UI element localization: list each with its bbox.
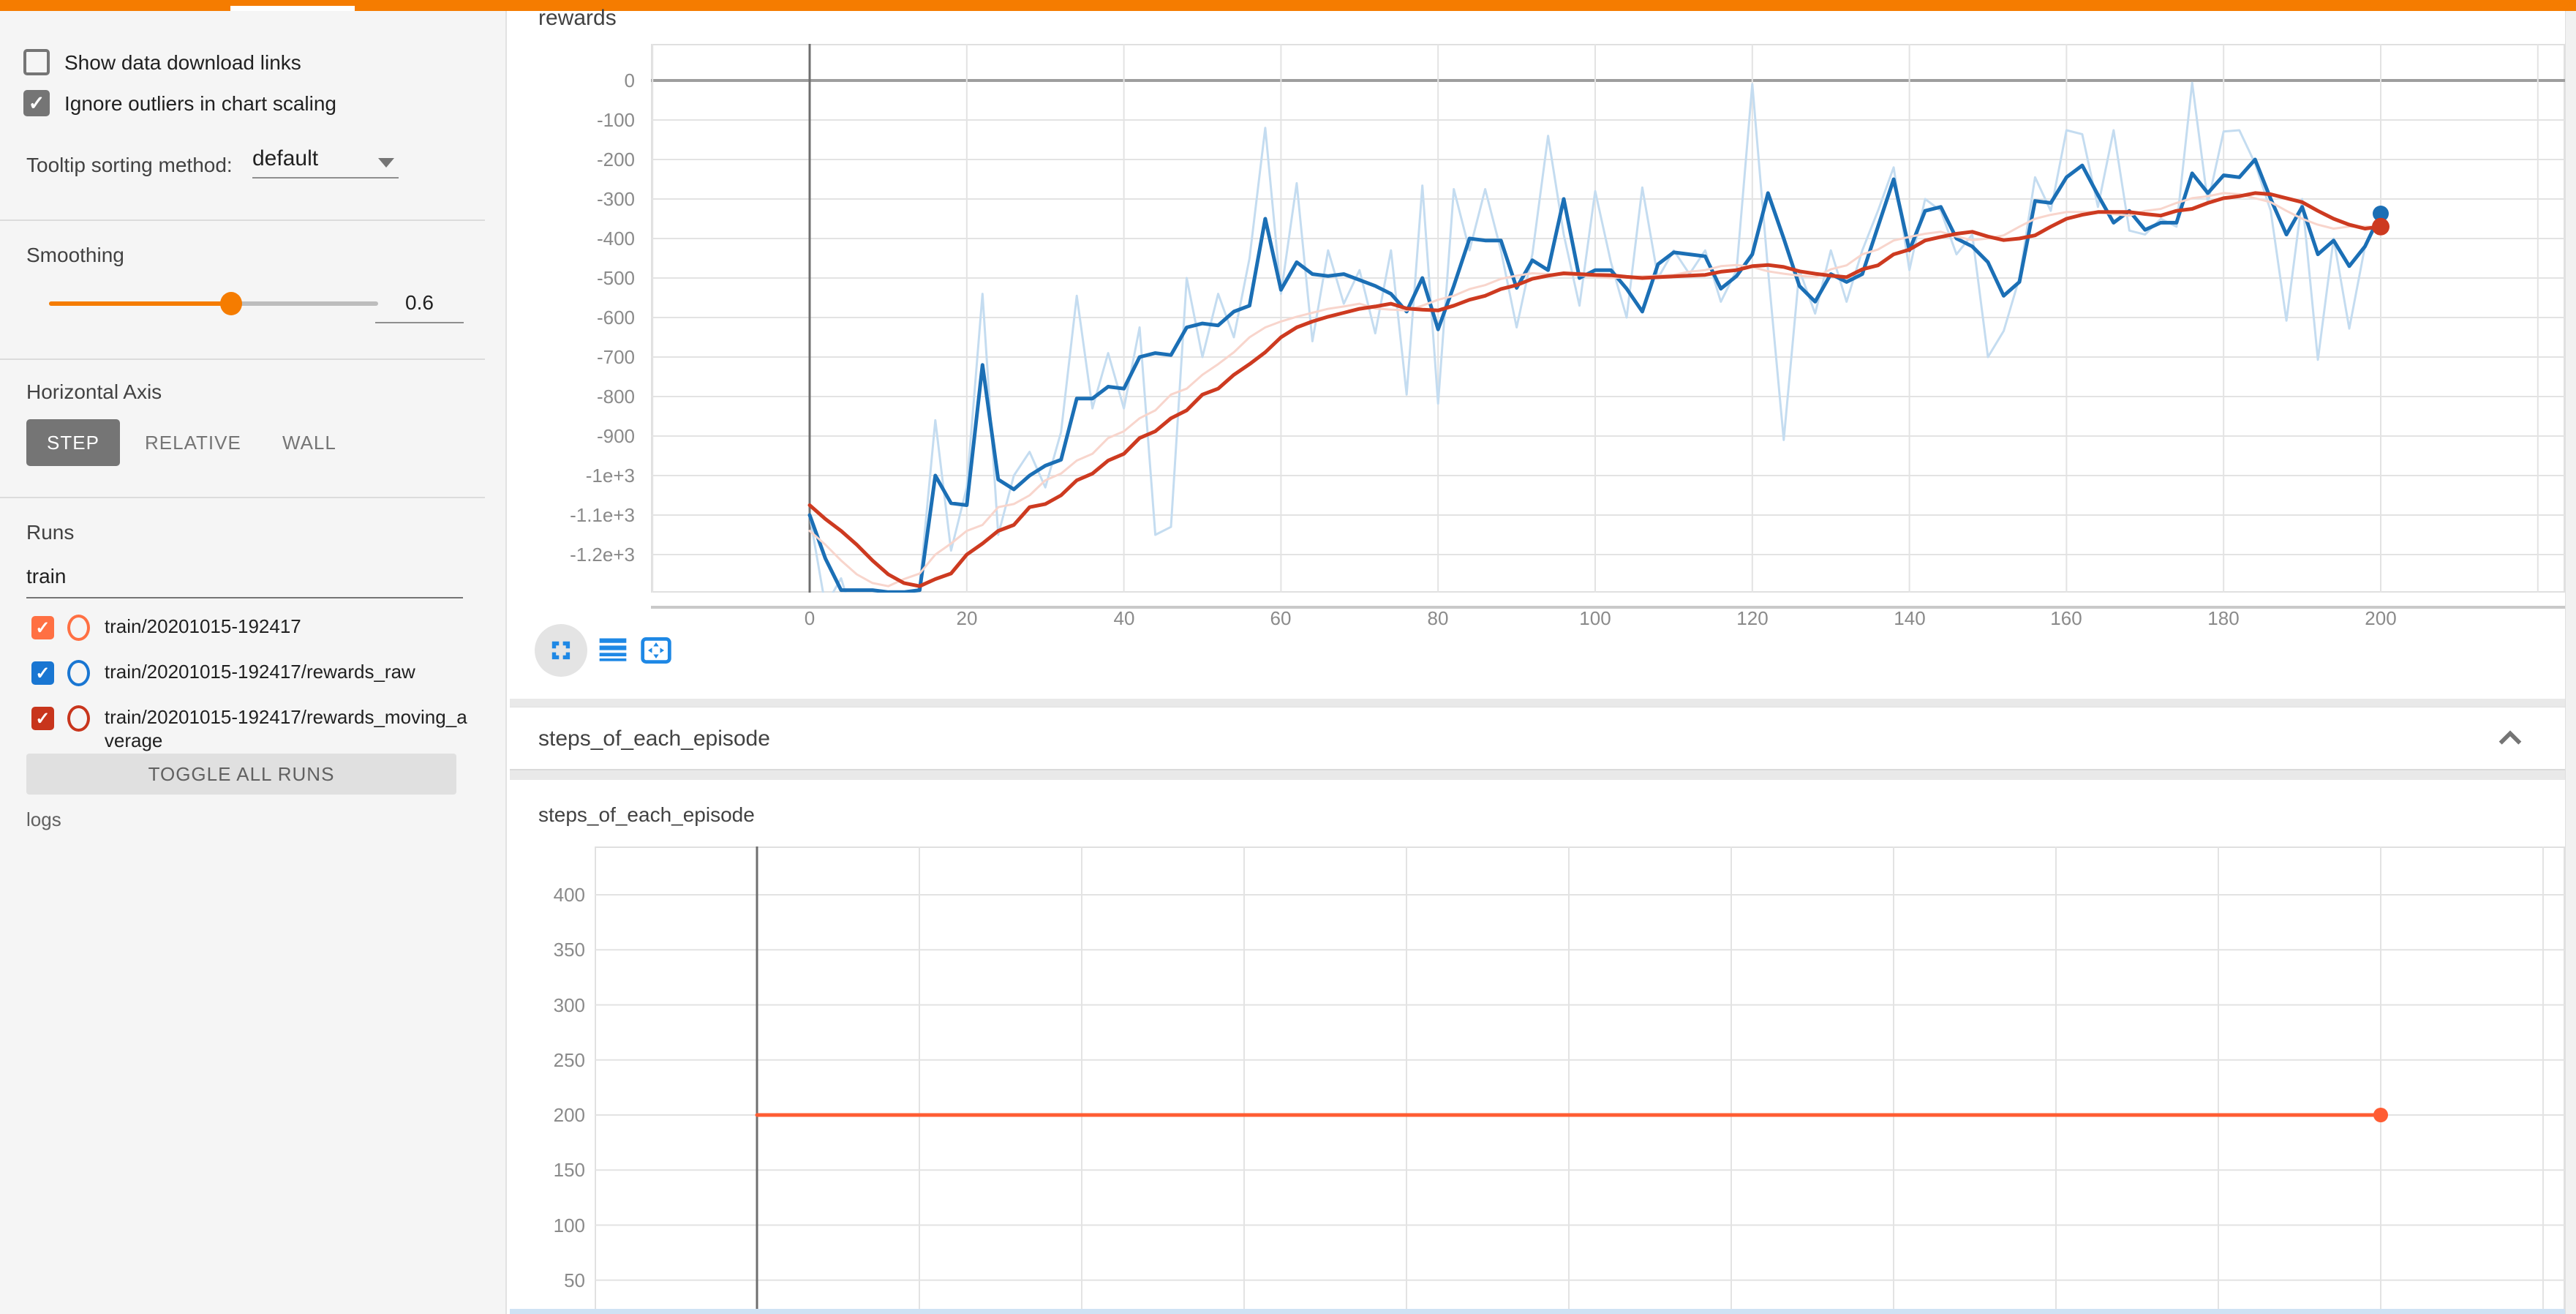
y-tick-label: 50 [453, 1269, 585, 1291]
divider [0, 358, 485, 360]
y-tick-label: -200 [503, 149, 635, 170]
tooltip-sorting-value: default [252, 146, 318, 170]
ignore-outliers-label: Ignore outliers in chart scaling [64, 92, 336, 116]
run-label: train/20201015-192417/rewards_raw [105, 660, 470, 683]
toggle-all-runs-button[interactable]: TOGGLE ALL RUNS [26, 754, 456, 795]
chevron-up-icon[interactable] [2496, 727, 2525, 750]
smoothing-value-input[interactable]: 0.6 [375, 291, 464, 323]
y-tick-label: -700 [503, 346, 635, 368]
y-tick-label: -1.1e+3 [503, 504, 635, 526]
run-row[interactable]: ✓ train/20201015-192417/rewards_raw [31, 660, 470, 686]
tooltip-sorting-select[interactable]: default [252, 146, 399, 179]
y-tick-label: -600 [503, 307, 635, 328]
run-filter-input[interactable]: train [26, 565, 463, 598]
run-color-radio[interactable] [67, 660, 90, 686]
run-checkbox[interactable]: ✓ [31, 707, 54, 730]
steps-section-header[interactable]: steps_of_each_episode [510, 707, 2565, 770]
x-tick-label: 80 [1394, 607, 1482, 629]
run-checkbox[interactable]: ✓ [31, 616, 54, 639]
y-tick-label: 350 [453, 939, 585, 961]
x-tick-label: 120 [1709, 607, 1796, 629]
axis-wall-button[interactable]: WALL [282, 419, 336, 466]
log-scale-icon[interactable] [597, 634, 629, 667]
y-tick-label: -300 [503, 188, 635, 210]
logs-group-label: logs [26, 808, 61, 831]
series-end-dot [2372, 218, 2389, 236]
divider [0, 219, 485, 221]
x-tick-label: 140 [1866, 607, 1954, 629]
x-tick-label: 180 [2180, 607, 2267, 629]
top-bar [0, 0, 2576, 11]
y-tick-label: 100 [453, 1214, 585, 1236]
smoothing-slider-thumb[interactable] [220, 292, 242, 315]
x-tick-label: 20 [923, 607, 1011, 629]
series-end-dot [2373, 1108, 2388, 1122]
y-tick-label: -800 [503, 386, 635, 408]
run-color-radio[interactable] [67, 705, 90, 732]
rewards-chart-plot[interactable] [651, 44, 2565, 593]
chevron-down-icon [378, 158, 394, 168]
card-gap [510, 770, 2565, 780]
rewards-chart-title: rewards [538, 6, 617, 31]
y-tick-label: -1e+3 [503, 465, 635, 487]
x-tick-label: 0 [766, 607, 854, 629]
run-color-radio[interactable] [67, 615, 90, 641]
horizontal-axis-label: Horizontal Axis [26, 380, 162, 404]
steps-section-title: steps_of_each_episode [538, 727, 770, 751]
run-filter-value: train [26, 565, 66, 587]
tooltip-sorting-label: Tooltip sorting method: [26, 154, 233, 177]
y-tick-label: -900 [503, 425, 635, 447]
smoothing-label: Smoothing [26, 244, 124, 267]
steps-chart-plot[interactable] [595, 846, 2565, 1314]
show-download-links-label: Show data download links [64, 51, 301, 75]
axis-step-button[interactable]: STEP [26, 419, 120, 466]
y-tick-label: 300 [453, 994, 585, 1016]
run-label: train/20201015-192417/rewards_moving_ave… [105, 705, 470, 752]
y-tick-label: -1.2e+3 [503, 544, 635, 566]
run-row[interactable]: ✓ train/20201015-192417/rewards_moving_av… [31, 705, 470, 752]
run-checkbox[interactable]: ✓ [31, 661, 54, 685]
y-tick-label: 150 [453, 1159, 585, 1181]
x-tick-label: 200 [2337, 607, 2425, 629]
scrollbar[interactable] [2565, 11, 2576, 1314]
y-tick-label: -500 [503, 267, 635, 289]
smoothing-value: 0.6 [405, 291, 434, 314]
run-row[interactable]: ✓ train/20201015-192417 [31, 615, 470, 641]
y-tick-label: -400 [503, 228, 635, 249]
fit-domain-icon[interactable] [639, 634, 673, 667]
y-tick-label: 200 [453, 1104, 585, 1126]
ignore-outliers-checkbox[interactable]: ✓ [23, 90, 50, 116]
axis-relative-button[interactable]: RELATIVE [145, 419, 241, 466]
show-download-links-checkbox[interactable]: ✓ [23, 49, 50, 75]
y-tick-label: -100 [503, 109, 635, 131]
runs-label: Runs [26, 521, 74, 544]
y-tick-label: 250 [453, 1049, 585, 1071]
divider [0, 497, 485, 498]
x-tick-label: 60 [1237, 607, 1325, 629]
run-list: ✓ train/20201015-192417 ✓ train/20201015-19… [31, 615, 470, 771]
run-label: train/20201015-192417 [105, 615, 470, 638]
top-bar-active-tab-underline [230, 6, 355, 11]
y-tick-label: 0 [503, 70, 635, 91]
rewards-x-axis-line [651, 606, 2565, 609]
x-tick-label: 40 [1080, 607, 1168, 629]
x-tick-label: 160 [2022, 607, 2110, 629]
smoothing-slider-fill [49, 301, 230, 306]
steps-chart-title: steps_of_each_episode [538, 803, 755, 827]
y-tick-label: 400 [453, 884, 585, 906]
bottom-edge-strip [510, 1309, 2565, 1314]
expand-icon[interactable] [548, 637, 574, 664]
card-gap [510, 699, 2565, 707]
x-tick-label: 100 [1551, 607, 1639, 629]
